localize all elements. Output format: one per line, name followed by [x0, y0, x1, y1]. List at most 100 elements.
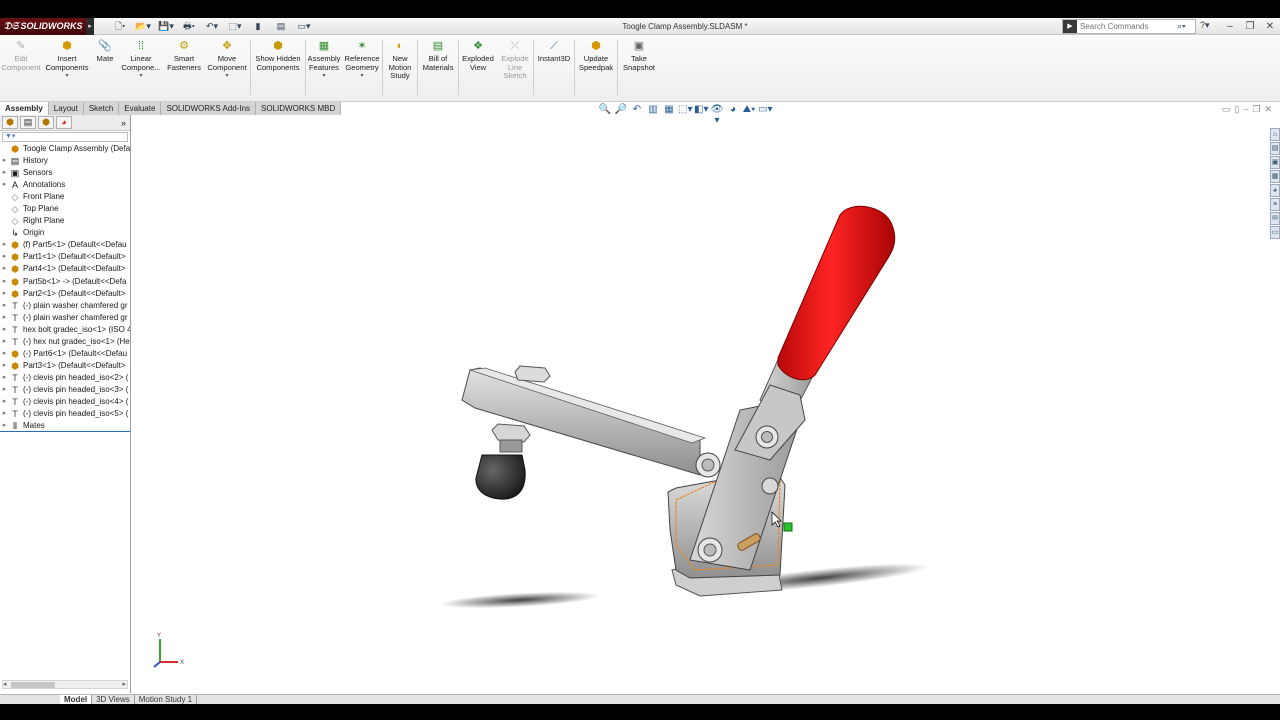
tree-item[interactable]: ▸ T (-) hex nut gradec_iso<1> (He: [0, 336, 130, 348]
insert-components-button[interactable]: ⬢ Insert Components ▾: [42, 35, 92, 101]
appearances-icon[interactable]: ◕: [1270, 184, 1280, 197]
tree-item[interactable]: ▸ ⬢ (-) Part6<1> (Default<<Defau: [0, 348, 130, 360]
expand-toggle-icon[interactable]: ▸: [0, 324, 9, 336]
task-pane-extra-icon[interactable]: ▭: [1270, 226, 1280, 239]
configuration-manager-tab-icon[interactable]: ⬢: [38, 116, 54, 129]
expand-toggle-icon[interactable]: ▸: [0, 239, 9, 251]
tree-item[interactable]: ▸ ⬢ Part4<1> (Default<<Default>: [0, 263, 130, 275]
bill-of-materials-button[interactable]: ▤ Bill of Materials: [418, 35, 458, 101]
tree-item[interactable]: ▸ T (-) plain washer chamfered gr: [0, 300, 130, 312]
move-component-button[interactable]: ✥ Move Component ▾: [204, 35, 250, 101]
tree-item[interactable]: ↳ Origin: [0, 227, 130, 239]
print-icon[interactable]: 🖶▾: [179, 20, 199, 33]
expand-toggle-icon[interactable]: ▸: [0, 179, 9, 191]
view-palette-icon[interactable]: ▦: [1270, 170, 1280, 183]
expand-toggle-icon[interactable]: ▸: [0, 348, 9, 360]
expand-toggle-icon[interactable]: ▸: [0, 263, 9, 275]
tree-item[interactable]: ▸ ⬢ Part1<1> (Default<<Default>: [0, 251, 130, 263]
dropdown-icon[interactable]: ▾: [322, 72, 325, 81]
tree-item[interactable]: ▸ ▣ Sensors: [0, 167, 130, 179]
dropdown-icon[interactable]: ▾: [65, 72, 68, 81]
close-icon[interactable]: ✕: [1260, 18, 1280, 35]
graphics-area[interactable]: [132, 115, 1268, 694]
exploded-view-button[interactable]: ❖ Exploded View: [459, 35, 497, 101]
tree-item[interactable]: ◇ Front Plane: [0, 191, 130, 203]
linear-pattern-button[interactable]: ⁞⁞ Linear Compone... ▾: [118, 35, 164, 101]
tree-item[interactable]: ▸ ⬢ Part3<1> (Default<<Default>: [0, 360, 130, 372]
expand-toggle-icon[interactable]: ▸: [0, 372, 9, 384]
dropdown-icon[interactable]: ▾: [360, 72, 363, 81]
rebuild-icon[interactable]: ▮: [248, 20, 268, 33]
solidworks-resources-icon[interactable]: ⌂: [1270, 128, 1280, 141]
open-icon[interactable]: 📂▾: [133, 20, 153, 33]
tab-layout[interactable]: Layout: [48, 102, 84, 115]
selection-handle[interactable]: [783, 522, 793, 532]
expand-toggle-icon[interactable]: ▸: [0, 300, 9, 312]
tree-item[interactable]: ▸ ⫴ Mates: [0, 420, 130, 433]
help-icon[interactable]: ?▾: [1200, 20, 1210, 31]
undo-icon[interactable]: ↶▾: [202, 20, 222, 33]
expand-toggle-icon[interactable]: ▸: [0, 276, 9, 288]
scroll-right-icon[interactable]: ▸: [122, 680, 126, 688]
expand-toggle-icon[interactable]: ▸: [0, 167, 9, 179]
tree-item[interactable]: ▸ T (-) clevis pin headed_iso<3> (: [0, 384, 130, 396]
tab-sketch[interactable]: Sketch: [83, 102, 120, 115]
expand-panel-icon[interactable]: »: [121, 118, 126, 128]
take-snapshot-button[interactable]: ▣ Take Snapshot: [618, 35, 660, 101]
solidworks-logo[interactable]: 𝔇𝔖 SOLIDWORKS: [0, 18, 86, 35]
tab-model[interactable]: Model: [60, 695, 93, 704]
dropdown-icon[interactable]: ▾: [225, 72, 228, 81]
search-commands-box[interactable]: ▶ ⌕▾: [1062, 19, 1196, 34]
save-icon[interactable]: 💾▾: [156, 20, 176, 33]
tree-filter-icon[interactable]: ▼▾: [2, 132, 128, 142]
expand-toggle-icon[interactable]: ▸: [0, 251, 9, 263]
expand-toggle-icon[interactable]: ▸: [0, 336, 9, 348]
select-icon[interactable]: ⬚▾: [225, 20, 245, 33]
tab-mbd[interactable]: SOLIDWORKS MBD: [256, 102, 342, 115]
custom-properties-icon[interactable]: ≡: [1270, 198, 1280, 211]
viewport-restore-icon[interactable]: ❐: [1252, 104, 1260, 115]
expand-toggle-icon[interactable]: ▸: [0, 408, 9, 420]
options-icon[interactable]: ▭▾: [294, 20, 314, 33]
scroll-left-icon[interactable]: ◂: [3, 680, 7, 688]
expand-toggle-icon[interactable]: ▸: [0, 360, 9, 372]
solidworks-forum-icon[interactable]: ✉: [1270, 212, 1280, 225]
viewport-minimize-icon[interactable]: –: [1243, 104, 1248, 115]
tab-assembly[interactable]: Assembly: [0, 102, 49, 115]
mate-button[interactable]: 📎 Mate: [92, 35, 118, 101]
tree-item[interactable]: ▸ A Annotations: [0, 179, 130, 191]
tree-item[interactable]: ▸ T (-) plain washer chamfered gr: [0, 312, 130, 324]
expand-toggle-icon[interactable]: ▸: [0, 396, 9, 408]
tree-item[interactable]: ▸ T (-) clevis pin headed_iso<4> (: [0, 396, 130, 408]
show-hidden-components-button[interactable]: ⬢ Show Hidden Components: [251, 35, 305, 101]
logo-menu-arrow-icon[interactable]: ▸: [86, 18, 94, 35]
explode-line-sketch-button[interactable]: ⤫ Explode Line Sketch: [497, 35, 533, 101]
assembly-features-button[interactable]: ▦ Assembly Features ▾: [306, 35, 342, 101]
expand-toggle-icon[interactable]: ▸: [0, 155, 9, 167]
expand-toggle-icon[interactable]: ▸: [0, 384, 9, 396]
tab-evaluate[interactable]: Evaluate: [119, 102, 162, 115]
edit-component-button[interactable]: ✎ Edit Component: [0, 35, 42, 101]
tab-3d-views[interactable]: 3D Views: [92, 695, 135, 704]
tree-item[interactable]: ▸ ▤ History: [0, 155, 130, 167]
update-speedpak-button[interactable]: ⬢ Update Speedpak: [575, 35, 617, 101]
new-motion-study-button[interactable]: ◐ New Motion Study: [383, 35, 417, 101]
display-manager-tab-icon[interactable]: ◕: [56, 116, 72, 129]
restore-icon[interactable]: ❐: [1240, 18, 1260, 35]
file-properties-icon[interactable]: ▤: [271, 20, 291, 33]
property-manager-tab-icon[interactable]: ▤: [20, 116, 36, 129]
tree-item[interactable]: ⬢ Toogle Clamp Assembly (Default: [0, 143, 130, 155]
tree-item[interactable]: ▸ ⬢ Part5b<1> -> (Default<<Defa: [0, 276, 130, 288]
tree-item[interactable]: ▸ Thex bolt gradec_iso<1> (ISO 4: [0, 324, 130, 336]
viewport-close-icon[interactable]: ✕: [1264, 104, 1272, 115]
file-explorer-icon[interactable]: ▣: [1270, 156, 1280, 169]
toggle-clamp-3d-model[interactable]: [132, 115, 1268, 694]
instant3d-button[interactable]: ⟋ Instant3D: [534, 35, 574, 101]
dropdown-icon[interactable]: ▾: [139, 72, 142, 81]
feature-tree-tab-icon[interactable]: ⬢: [2, 116, 18, 129]
expand-toggle-icon[interactable]: ▸: [0, 312, 9, 324]
search-icon[interactable]: ⌕▾: [1177, 21, 1186, 32]
tree-item[interactable]: ◇ Right Plane: [0, 215, 130, 227]
tree-horizontal-scrollbar[interactable]: ◂ ▸: [2, 680, 128, 689]
reference-geometry-button[interactable]: ✶ Reference Geometry ▾: [342, 35, 382, 101]
